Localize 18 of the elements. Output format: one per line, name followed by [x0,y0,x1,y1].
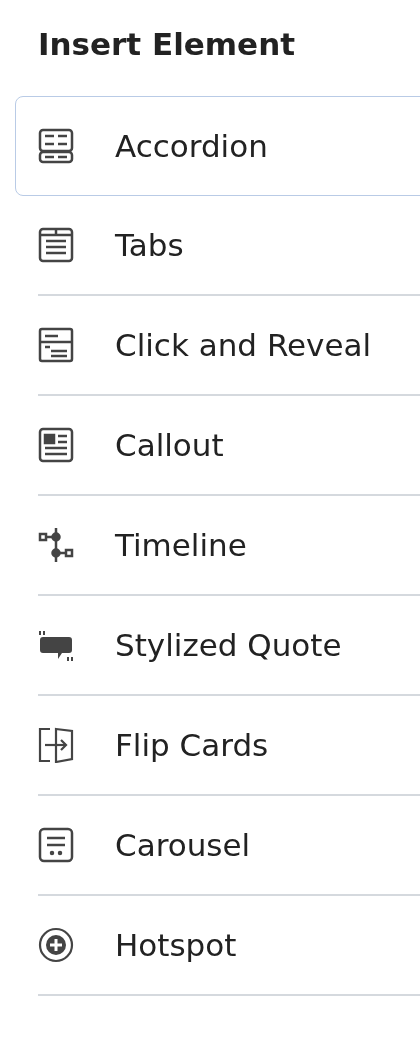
element-item[interactable]: Carousel [38,796,420,896]
slides-icon [38,827,74,863]
element-item[interactable]: Timeline [38,496,420,596]
door-arrow-icon [38,727,74,763]
element-item[interactable]: Hotspot [38,896,420,996]
element-item[interactable]: Stylized Quote [38,596,420,696]
element-item[interactable]: Tabs [38,196,420,296]
stacked-rows-icon [38,128,74,164]
element-item[interactable]: Callout [38,396,420,496]
element-item[interactable]: Flip Cards [38,696,420,796]
plus-circle-icon [38,927,74,963]
element-item[interactable]: Click and Reveal [38,296,420,396]
element-item[interactable]: Accordion [15,96,420,196]
panel-title: Insert Element [37,25,297,64]
document-icon [38,227,74,263]
article-icon [38,427,74,463]
panel-icon [38,327,74,363]
timeline-icon [38,527,74,563]
